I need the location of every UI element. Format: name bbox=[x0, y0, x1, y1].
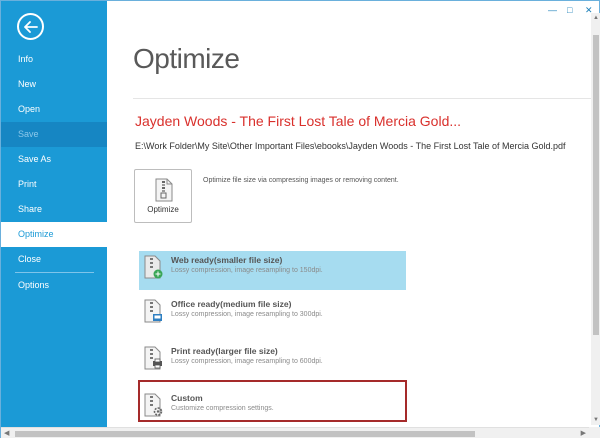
scroll-down-arrow-icon[interactable]: ▼ bbox=[593, 417, 599, 423]
print-file-icon bbox=[144, 346, 162, 370]
optimize-description: Optimize file size via compressing image… bbox=[203, 177, 399, 184]
scrollbar-corner bbox=[589, 427, 600, 438]
sidebar-item-share[interactable]: Share bbox=[1, 197, 107, 222]
option-web-ready[interactable]: Web ready(smaller file size) Lossy compr… bbox=[139, 251, 406, 290]
custom-settings-file-icon bbox=[144, 393, 163, 417]
optimize-panel: Optimize Jayden Woods - The First Lost T… bbox=[107, 1, 600, 428]
page-title: Optimize bbox=[133, 43, 240, 74]
option-custom-description: Customize compression settings. bbox=[171, 405, 274, 412]
scroll-left-arrow-icon[interactable]: ◀ bbox=[4, 429, 9, 437]
vertical-scroll-thumb[interactable] bbox=[593, 35, 599, 335]
app-window: Info New Open Save Save As Print Share O… bbox=[0, 0, 600, 438]
office-file-icon bbox=[144, 299, 162, 323]
sidebar-item-print[interactable]: Print bbox=[1, 172, 107, 197]
horizontal-scrollbar[interactable]: ◀ ▶ bbox=[1, 427, 589, 438]
optimize-button-label: Optimize bbox=[147, 205, 179, 214]
sidebar-item-options[interactable]: Options bbox=[1, 273, 107, 298]
sidebar-item-save-as[interactable]: Save As bbox=[1, 147, 107, 172]
scroll-right-arrow-icon[interactable]: ▶ bbox=[581, 429, 586, 437]
option-print-ready-description: Lossy compression, image resampling to 6… bbox=[171, 358, 323, 365]
zip-file-icon bbox=[155, 178, 173, 202]
option-office-ready[interactable]: Office ready(medium file size) Lossy com… bbox=[139, 295, 406, 334]
sidebar-item-optimize[interactable]: Optimize bbox=[1, 222, 107, 247]
option-web-ready-description: Lossy compression, image resampling to 1… bbox=[171, 267, 323, 274]
sidebar-item-open[interactable]: Open bbox=[1, 97, 107, 122]
optimize-button[interactable]: Optimize bbox=[134, 169, 192, 223]
option-office-ready-title: Office ready(medium file size) bbox=[171, 299, 292, 309]
sidebar-item-close[interactable]: Close bbox=[1, 247, 107, 272]
title-divider bbox=[133, 98, 600, 99]
option-custom-title: Custom bbox=[171, 393, 203, 403]
option-print-ready-title: Print ready(larger file size) bbox=[171, 346, 278, 356]
sidebar-item-save[interactable]: Save bbox=[1, 122, 107, 147]
option-print-ready[interactable]: Print ready(larger file size) Lossy comp… bbox=[139, 342, 406, 381]
option-web-ready-title: Web ready(smaller file size) bbox=[171, 255, 283, 265]
document-path: E:\Work Folder\My Site\Other Important F… bbox=[135, 141, 566, 151]
sidebar-nav: Info New Open Save Save As Print Share O… bbox=[1, 47, 107, 298]
horizontal-scroll-thumb[interactable] bbox=[15, 431, 475, 437]
option-custom[interactable]: Custom Customize compression settings. bbox=[139, 389, 406, 428]
backstage-sidebar: Info New Open Save Save As Print Share O… bbox=[1, 1, 107, 427]
back-button[interactable] bbox=[17, 13, 44, 40]
back-arrow-icon bbox=[23, 20, 38, 33]
web-file-icon bbox=[144, 255, 163, 279]
sidebar-item-info[interactable]: Info bbox=[1, 47, 107, 72]
sidebar-item-new[interactable]: New bbox=[1, 72, 107, 97]
vertical-scrollbar[interactable]: ▲ ▼ bbox=[591, 13, 600, 425]
option-office-ready-description: Lossy compression, image resampling to 3… bbox=[171, 311, 323, 318]
document-title: Jayden Woods - The First Lost Tale of Me… bbox=[135, 113, 462, 129]
scroll-up-arrow-icon[interactable]: ▲ bbox=[593, 15, 599, 21]
